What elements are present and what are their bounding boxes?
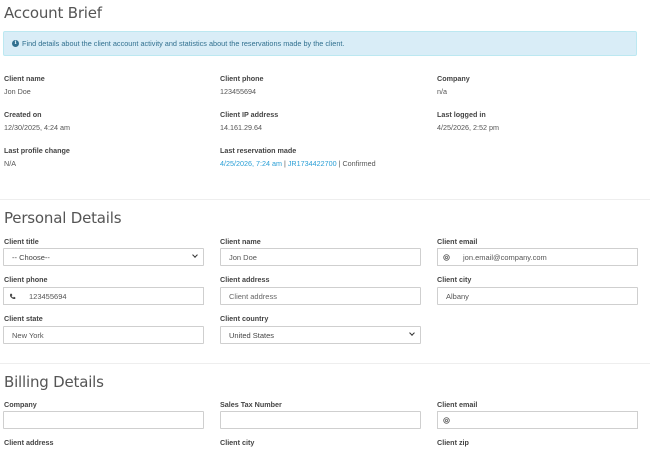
last-reservation-label: Last reservation made xyxy=(220,146,297,155)
billing-city-label: Client city xyxy=(220,438,255,447)
company-label: Company xyxy=(437,74,470,83)
last-reservation-value: 4/25/2026, 7:24 am | JR1734422700 | Conf… xyxy=(220,159,376,168)
client-city-label: Client city xyxy=(437,275,472,284)
client-address-label: Client address xyxy=(220,275,270,284)
client-title-select[interactable]: -- Choose-- xyxy=(3,248,204,266)
last-logged-in-value: 4/25/2026, 2:52 pm xyxy=(437,123,499,132)
billing-company-label: Company xyxy=(4,400,37,409)
last-profile-change-value: N/A xyxy=(4,159,16,168)
info-alert-text: Find details about the client account ac… xyxy=(22,39,345,48)
company-value: n/a xyxy=(437,87,447,96)
last-profile-change-label: Last profile change xyxy=(4,146,70,155)
phone-icon xyxy=(3,287,21,305)
client-city-input[interactable]: Albany xyxy=(437,287,638,305)
billing-email-input[interactable] xyxy=(455,411,638,429)
sales-tax-number-label: Sales Tax Number xyxy=(220,400,282,409)
created-on-label: Created on xyxy=(4,110,42,119)
personal-client-name-label: Client name xyxy=(220,237,261,246)
client-email-label: Client email xyxy=(437,237,478,246)
client-country-label: Client country xyxy=(220,314,269,323)
reservation-id-link[interactable]: JR1734422700 xyxy=(288,159,337,168)
separator: | xyxy=(338,159,341,168)
account-brief-title: Account Brief xyxy=(4,4,102,22)
billing-email-group[interactable] xyxy=(437,411,638,429)
section-divider xyxy=(0,199,650,200)
client-email-group[interactable]: jon.email@company.com xyxy=(437,248,638,266)
client-state-input[interactable]: New York xyxy=(3,326,204,344)
client-address-input[interactable]: Client address xyxy=(220,287,421,305)
sales-tax-number-input[interactable] xyxy=(220,411,421,429)
client-name-label: Client name xyxy=(4,74,45,83)
reservation-status: Confirmed xyxy=(342,159,376,168)
billing-company-input[interactable] xyxy=(3,411,204,429)
client-phone-input[interactable]: 123455694 xyxy=(21,287,204,305)
client-title-label: Client title xyxy=(4,237,39,246)
client-ip-value: 14.161.29.64 xyxy=(220,123,262,132)
client-title-value: -- Choose-- xyxy=(12,252,50,262)
personal-details-title: Personal Details xyxy=(4,209,122,227)
separator: | xyxy=(283,159,286,168)
billing-zip-label: Client zip xyxy=(437,438,469,447)
client-name-value: Jon Doe xyxy=(4,87,31,96)
last-logged-in-label: Last logged in xyxy=(437,110,486,119)
billing-details-title: Billing Details xyxy=(4,373,104,391)
client-phone-value: 123455694 xyxy=(220,87,256,96)
info-circle-icon: i xyxy=(12,40,19,47)
section-divider xyxy=(0,363,650,364)
last-reservation-date-link[interactable]: 4/25/2026, 7:24 am xyxy=(220,159,282,168)
client-state-label: Client state xyxy=(4,314,43,323)
at-sign-icon xyxy=(437,248,455,266)
chevron-down-icon xyxy=(192,252,198,258)
at-sign-icon xyxy=(437,411,455,429)
created-on-value: 12/30/2025, 4:24 am xyxy=(4,123,70,132)
client-name-input[interactable]: Jon Doe xyxy=(220,248,421,266)
client-phone-group[interactable]: 123455694 xyxy=(3,287,204,305)
client-country-select[interactable]: United States xyxy=(220,326,421,344)
client-country-value: United States xyxy=(229,330,275,340)
billing-email-label: Client email xyxy=(437,400,478,409)
chevron-down-icon xyxy=(409,330,415,336)
client-ip-label: Client IP address xyxy=(220,110,279,119)
info-alert: i Find details about the client account … xyxy=(3,31,637,56)
client-email-input[interactable]: jon.email@company.com xyxy=(455,248,638,266)
personal-client-phone-label: Client phone xyxy=(4,275,48,284)
billing-address-label: Client address xyxy=(4,438,54,447)
client-phone-label: Client phone xyxy=(220,74,264,83)
